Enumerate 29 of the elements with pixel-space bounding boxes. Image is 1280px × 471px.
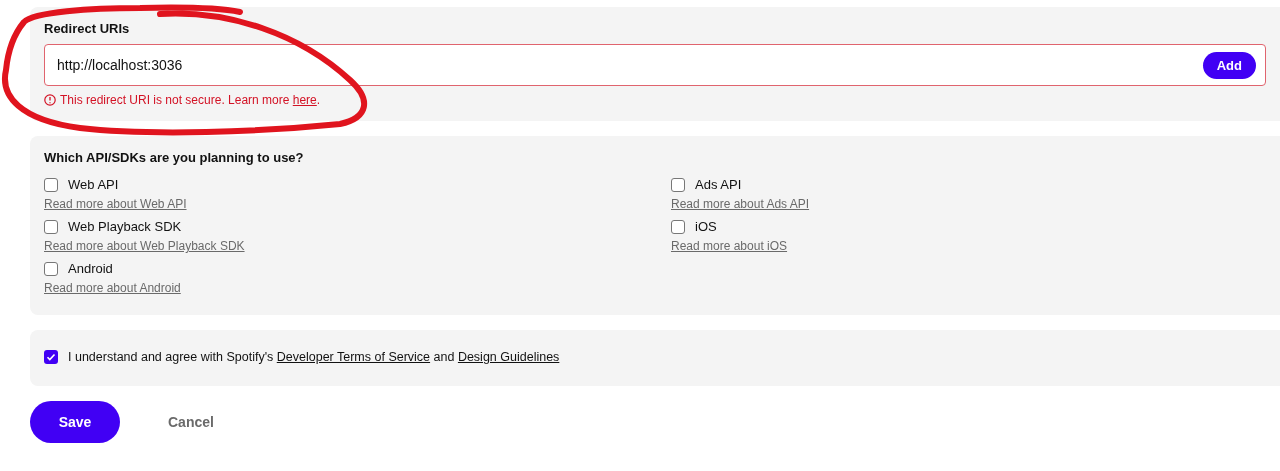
- field-label: Redirect URIs: [44, 21, 130, 36]
- option-label: Web API: [68, 177, 119, 192]
- checkbox[interactable]: [44, 177, 58, 192]
- option-label: Ads API: [695, 177, 742, 192]
- agreement-text: I understand and agree with Spotify's Developer Terms of Service and Design Guidelines: [68, 350, 560, 364]
- checkmark-icon: [46, 352, 56, 362]
- cancel-button[interactable]: Cancel: [162, 413, 220, 431]
- read-more-link[interactable]: Read more about Android: [44, 281, 671, 295]
- checkbox[interactable]: [44, 261, 58, 276]
- read-more-link[interactable]: Read more about Ads API: [671, 197, 1266, 211]
- error-message: This redirect URI is not secure. Learn more here.: [60, 93, 321, 107]
- option-label: Web Playback SDK: [68, 219, 182, 234]
- checkbox[interactable]: [671, 177, 685, 192]
- question-label: Which API/SDKs are you planning to use?: [44, 150, 304, 165]
- checkbox[interactable]: [44, 350, 58, 364]
- checkbox[interactable]: [44, 219, 58, 234]
- read-more-link[interactable]: Read more about Web Playback SDK: [44, 239, 671, 253]
- option-label: Android: [68, 261, 113, 276]
- terms-link[interactable]: Design Guidelines: [457, 350, 560, 364]
- option-label: iOS: [695, 219, 717, 234]
- read-more-link[interactable]: Read more about iOS: [671, 239, 1266, 253]
- here-link[interactable]: here: [292, 93, 317, 107]
- redirect-uri-field[interactable]: http://localhost:3036 Add: [44, 44, 1266, 86]
- add-button[interactable]: Add: [1202, 51, 1256, 79]
- terms-link[interactable]: Developer Terms of Service: [276, 350, 431, 364]
- save-button[interactable]: Save: [30, 401, 120, 443]
- checkbox[interactable]: [671, 219, 685, 234]
- error-icon: [44, 94, 56, 106]
- read-more-link[interactable]: Read more about Web API: [44, 197, 671, 211]
